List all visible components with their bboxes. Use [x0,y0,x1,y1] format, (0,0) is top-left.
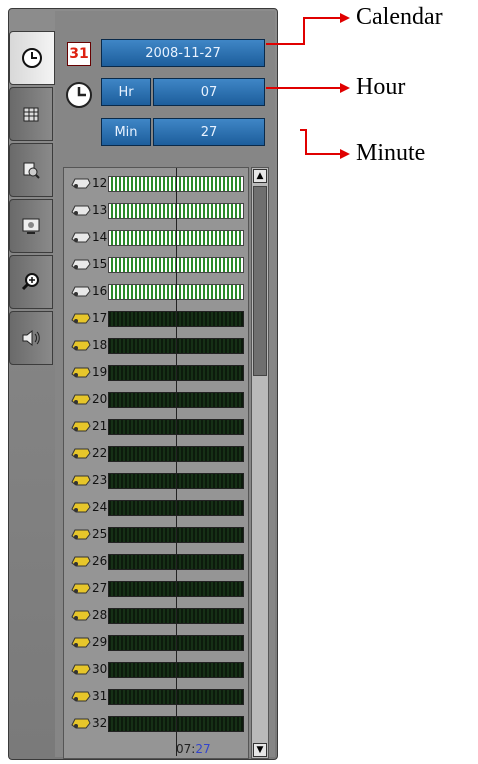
channel-number: 25 [92,527,108,541]
channel-row[interactable]: 13 [64,201,248,222]
camera-icon [71,718,91,729]
vertical-scrollbar[interactable]: ▲ ▼ [251,167,269,759]
channel-row[interactable]: 18 [64,336,248,357]
callout-hour: Hour [356,74,406,100]
camera-icon [71,664,91,675]
channel-row[interactable]: 12 [64,174,248,195]
channel-number: 20 [92,392,108,406]
channel-number: 13 [92,203,108,217]
channel-row[interactable]: 21 [64,417,248,438]
camera-icon [71,529,91,540]
channel-number: 26 [92,554,108,568]
camera-search-icon [23,162,40,179]
camera-icon [71,259,91,270]
channel-number: 31 [92,689,108,703]
zoom-icon [21,273,39,291]
channel-number: 27 [92,581,108,595]
channel-number: 24 [92,500,108,514]
camera-icon [71,448,91,459]
camera-icon [71,286,91,297]
clock-icon [66,82,92,108]
channel-row[interactable]: 27 [64,579,248,600]
camera-icon [71,637,91,648]
channel-row[interactable]: 23 [64,471,248,492]
channel-number: 18 [92,338,108,352]
channel-row[interactable]: 26 [64,552,248,573]
camera-icon [71,394,91,405]
playback-panel: 31 2008-11-27 Hr 07 Min 27 32 31 30 29 28 27 2… [8,8,278,760]
scroll-up-arrow-icon[interactable]: ▲ [253,169,267,183]
hour-field[interactable]: 07 [153,78,265,106]
tab-grid[interactable] [9,87,53,141]
channel-number: 29 [92,635,108,649]
camera-icon [71,340,91,351]
tab-zoom[interactable] [9,255,53,309]
date-field[interactable]: 2008-11-27 [101,39,265,67]
tab-camera-search[interactable] [9,143,53,197]
channel-row[interactable]: 22 [64,444,248,465]
time-cursor-label: 07:27 [176,742,211,756]
time-cursor-hour: 07 [176,742,192,756]
hour-label: Hr [101,78,151,106]
camera-icon [71,583,91,594]
camera-icon [71,421,91,432]
speaker-icon [22,329,40,347]
camera-icon [71,610,91,621]
scroll-thumb[interactable] [253,186,267,376]
channel-row[interactable]: 14 [64,228,248,249]
channel-number: 23 [92,473,108,487]
channel-row[interactable]: 16 [64,282,248,303]
channel-row[interactable]: 25 [64,525,248,546]
channel-row[interactable]: 30 [64,660,248,681]
callout-calendar: Calendar [356,4,443,30]
channel-row[interactable]: 29 [64,633,248,654]
minute-field[interactable]: 27 [153,118,265,146]
channel-number: 21 [92,419,108,433]
channel-number: 30 [92,662,108,676]
callout-minute: Minute [356,140,426,166]
camera-icon [71,205,91,216]
grid-icon [23,107,39,122]
calendar-icon[interactable]: 31 [67,42,91,66]
channel-row[interactable]: 19 [64,363,248,384]
channel-number: 17 [92,311,108,325]
camera-icon [71,367,91,378]
tab-monitor[interactable] [9,199,53,253]
channel-row[interactable]: 20 [64,390,248,411]
time-cursor-minute: 27 [195,742,211,756]
camera-icon [71,232,91,243]
channel-number: 12 [92,176,108,190]
camera-icon [71,691,91,702]
channel-number: 28 [92,608,108,622]
minute-label: Min [101,118,151,146]
camera-icon [71,475,91,486]
channel-row[interactable]: 32 [64,714,248,735]
channel-number: 19 [92,365,108,379]
channel-timeline-grid[interactable]: 32 31 30 29 28 27 26 25 24 23 22 21 20 19 18 17 16 15 14 13… [63,167,249,759]
clock-icon [22,48,42,68]
channel-number: 22 [92,446,108,460]
camera-icon [71,556,91,567]
tab-time-search[interactable] [9,31,55,85]
channel-row[interactable]: 28 [64,606,248,627]
channel-row[interactable]: 15 [64,255,248,276]
channel-number: 16 [92,284,108,298]
time-cursor-line [176,168,177,756]
channel-number: 32 [92,716,108,730]
channel-number: 15 [92,257,108,271]
camera-icon [71,313,91,324]
camera-icon [71,178,91,189]
monitor-icon [22,218,40,234]
scroll-down-arrow-icon[interactable]: ▼ [253,743,267,757]
channel-row[interactable]: 24 [64,498,248,519]
channel-row[interactable]: 17 [64,309,248,330]
channel-row[interactable]: 31 [64,687,248,708]
camera-icon [71,502,91,513]
time-search-content: 31 2008-11-27 Hr 07 Min 27 32 31 30 29 28 27 2… [55,11,275,759]
channel-number: 14 [92,230,108,244]
tab-audio[interactable] [9,311,53,365]
